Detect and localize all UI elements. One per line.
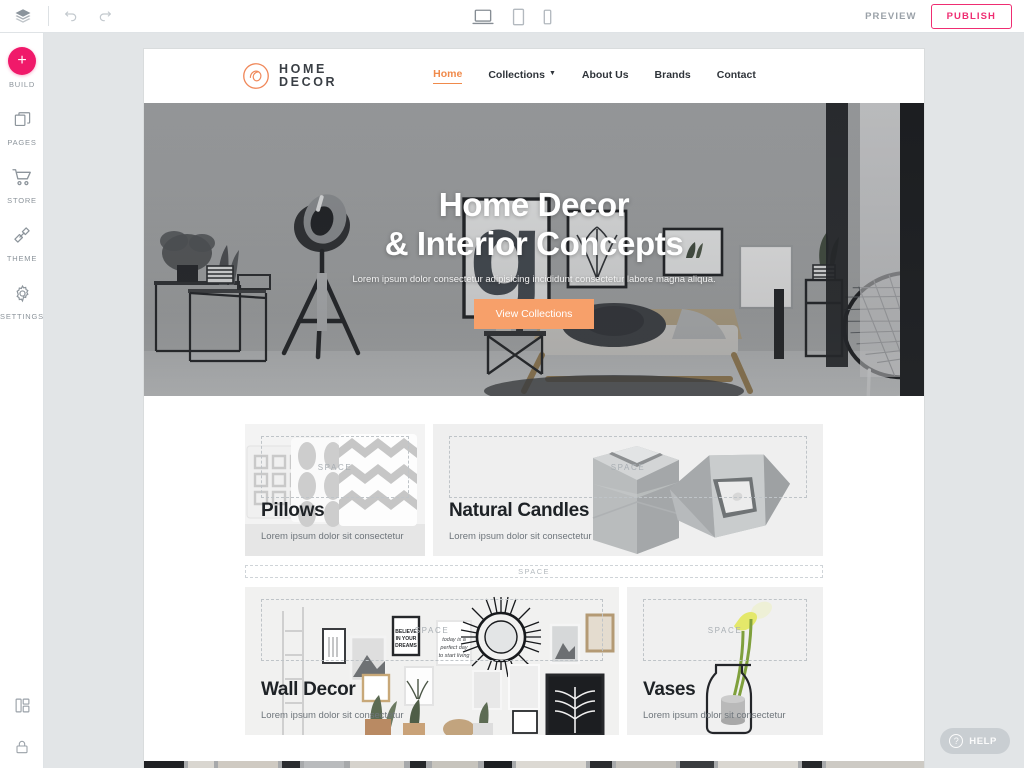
undo-arrow-icon[interactable] [61,6,81,26]
space-divider: SPACE [245,565,823,578]
next-section-image [144,761,924,768]
nav-item-brands[interactable]: Brands [655,69,691,84]
card-title: Wall Decor [261,679,356,700]
card-vases[interactable]: SPACE Vases Lorem ipsum dolor sit consec… [627,587,823,735]
nav-item-home[interactable]: Home [433,68,463,84]
card-title: Pillows [261,500,325,521]
website-page: HOME DECOR Home Collections ▼ About Us B… [144,49,924,768]
hero-subtitle: Lorem ipsum dolor consectetur adipisicin… [352,274,716,286]
layers-icon[interactable] [10,3,36,29]
chevron-down-icon: ▼ [548,70,556,77]
question-circle-icon: ? [949,734,964,748]
card-placeholder-vases: SPACE [643,599,807,661]
nav-label: About Us [581,68,629,81]
hero-title-line-2: & Interior Concepts [384,224,684,262]
site-header: HOME DECOR Home Collections ▼ About Us B… [144,49,924,103]
cards-row-1: SPACE Pillows Lorem ipsum dolor sit cons… [144,424,924,556]
brush-pencil-icon [12,222,32,248]
toolbar-left-group [0,3,115,29]
placeholder-label: SPACE [707,625,743,635]
cards-row-2: BELIEVE IN YOUR DREAMS today is a perfec… [144,587,924,735]
hero-title: Home Decor & Interior Concepts [385,186,684,263]
card-placeholder-natural-candles: SPACE [449,436,807,498]
tablet-icon[interactable] [512,8,525,26]
hero-title-line-1: Home Decor [438,185,630,223]
card-title: Natural Candles [449,500,590,521]
site-navigation: Home Collections ▼ About Us Brands Conta… [433,68,756,84]
redo-arrow-icon[interactable] [95,6,115,26]
card-placeholder-pillows: SPACE [261,436,409,498]
desktop-icon[interactable] [472,8,494,26]
help-label: HELP [969,735,997,747]
collections-section: SPACE Pillows Lorem ipsum dolor sit cons… [144,396,924,768]
card-text-vases: Vases Lorem ipsum dolor sit consectetur [643,679,786,721]
hero-banner: g [144,103,924,396]
sidebar-item-label: STORE [7,196,37,205]
nav-label: Contact [716,68,756,81]
sidebar-item-build[interactable]: + BUILD [0,47,44,89]
view-collections-button[interactable]: View Collections [473,299,595,330]
gear-icon [13,280,32,306]
top-toolbar: PREVIEW PUBLISH [0,0,1024,33]
card-description: Lorem ipsum dolor sit consectetur [261,710,404,721]
sidebar-item-label: BUILD [8,80,36,89]
mobile-icon[interactable] [543,9,552,25]
card-pillows[interactable]: SPACE Pillows Lorem ipsum dolor sit cons… [245,424,425,556]
sidebar-item-lock[interactable] [0,734,44,760]
preview-button[interactable]: PREVIEW [865,11,917,22]
placeholder-label: SPACE [610,462,646,472]
card-wall-decor[interactable]: BELIEVE IN YOUR DREAMS today is a perfec… [245,587,619,735]
nav-item-collections[interactable]: Collections ▼ [488,69,556,84]
shopping-cart-icon [11,164,33,190]
sidebar-item-theme[interactable]: THEME [0,222,44,263]
placeholder-label: SPACE [414,625,450,635]
hero-content: Home Decor & Interior Concepts Lorem ips… [144,103,924,396]
editor-canvas: HOME DECOR Home Collections ▼ About Us B… [45,33,1024,768]
nav-item-about-us[interactable]: About Us [582,69,629,84]
sidebar-item-layout[interactable] [0,692,44,718]
card-text-wall-decor: Wall Decor Lorem ipsum dolor sit consect… [261,679,404,721]
nav-item-contact[interactable]: Contact [717,69,756,84]
undo-redo-group [61,6,115,26]
sidebar-item-label: PAGES [7,138,37,147]
card-description: Lorem ipsum dolor sit consectetur [449,531,592,542]
placeholder-label: SPACE [317,462,353,472]
sidebar-item-store[interactable]: STORE [0,164,44,205]
space-divider-label: SPACE [515,567,553,576]
site-logo[interactable]: HOME DECOR [242,62,337,90]
logo-text: HOME DECOR [279,61,338,90]
next-section-photo [144,761,924,768]
toolbar-divider [48,6,49,26]
card-text-pillows: Pillows Lorem ipsum dolor sit consectetu… [261,500,404,542]
lock-icon [14,734,30,760]
card-description: Lorem ipsum dolor sit consectetur [643,710,786,721]
card-natural-candles[interactable]: SPACE Natural Candles Lorem ipsum dolor … [433,424,823,556]
layout-grid-icon [14,692,31,718]
plus-circle-icon: + [8,47,36,75]
pages-icon [13,106,32,132]
publish-button[interactable]: PUBLISH [930,4,1012,29]
nav-label: Collections [488,68,545,81]
logo-line-1: HOME [279,61,327,76]
card-placeholder-wall-decor: SPACE [261,599,603,661]
sidebar-item-label: SETTINGS [0,312,44,321]
card-title: Vases [643,679,696,700]
sidebar-bottom-group [0,676,44,760]
logo-mark-icon [242,62,270,90]
sidebar-item-label: THEME [6,254,38,263]
left-sidebar: + BUILD PAGES STORE THEME SETTINGS [0,33,44,768]
card-text-natural-candles: Natural Candles Lorem ipsum dolor sit co… [449,500,592,542]
logo-line-2: DECOR [279,75,338,89]
nav-label: Brands [654,68,691,81]
sidebar-item-pages[interactable]: PAGES [0,106,44,147]
toolbar-right-group: PREVIEW PUBLISH [865,0,1012,33]
card-description: Lorem ipsum dolor sit consectetur [261,531,404,542]
nav-label: Home [433,68,463,80]
sidebar-item-settings[interactable]: SETTINGS [0,280,44,321]
help-button[interactable]: ? HELP [940,728,1010,754]
